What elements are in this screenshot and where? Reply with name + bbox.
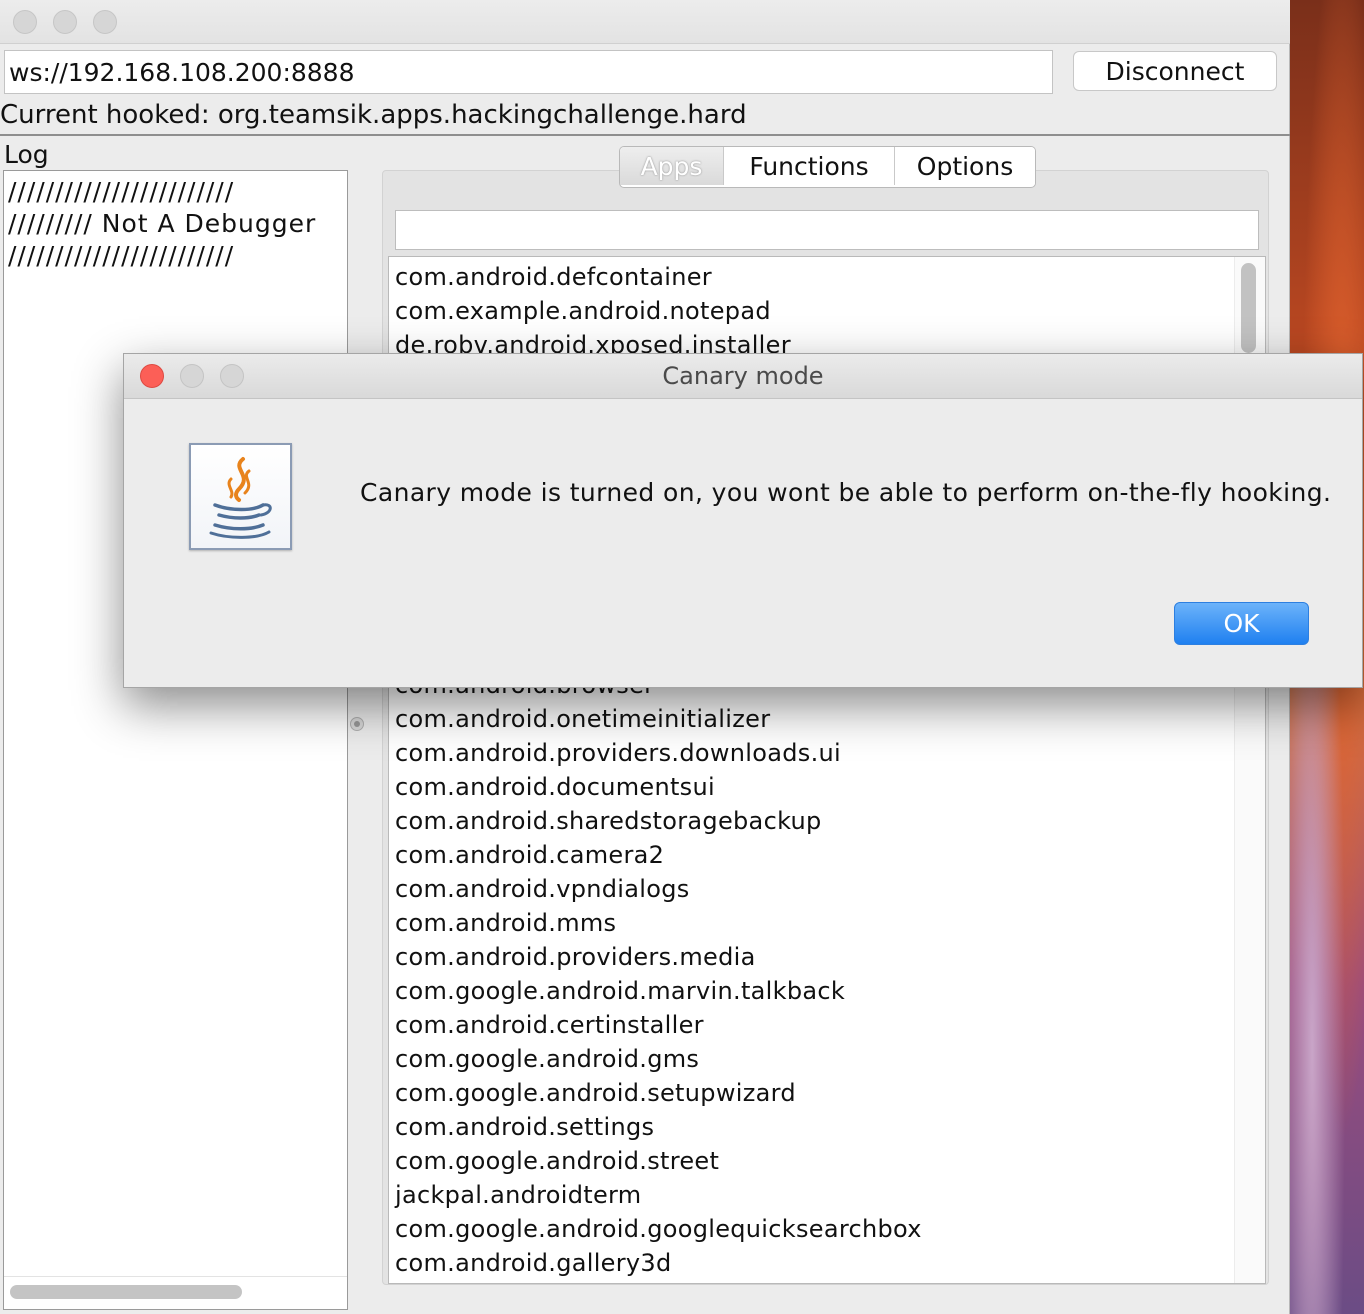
dialog-title: Canary mode bbox=[662, 362, 824, 390]
log-label: Log bbox=[4, 140, 49, 169]
log-hscroll-track bbox=[4, 1276, 347, 1277]
zoom-window-icon[interactable] bbox=[93, 10, 117, 34]
list-item[interactable]: com.google.android.setupwizard bbox=[395, 1079, 796, 1107]
list-item[interactable]: com.example.android.notepad bbox=[395, 297, 771, 325]
tab-functions[interactable]: Functions bbox=[723, 147, 894, 185]
main-titlebar bbox=[0, 0, 1290, 44]
dialog-message: Canary mode is turned on, you wont be ab… bbox=[360, 478, 1332, 507]
app-filter-input[interactable] bbox=[395, 210, 1259, 250]
log-line: //////////////////////// bbox=[8, 241, 235, 270]
list-item[interactable]: com.android.documentsui bbox=[395, 773, 715, 801]
list-item[interactable]: com.google.android.googlequicksearchbox bbox=[395, 1215, 922, 1243]
list-item[interactable]: com.google.android.marvin.talkback bbox=[395, 977, 845, 1005]
minimize-window-icon[interactable] bbox=[53, 10, 77, 34]
list-item[interactable]: com.google.android.street bbox=[395, 1147, 719, 1175]
apps-vscroll-thumb[interactable] bbox=[1241, 263, 1256, 353]
list-item[interactable]: com.android.camera2 bbox=[395, 841, 664, 869]
log-textarea[interactable]: //////////////////////// ///////// Not A… bbox=[3, 170, 348, 1310]
list-item[interactable]: com.android.sharedstoragebackup bbox=[395, 807, 822, 835]
list-item[interactable]: jackpal.androidterm bbox=[395, 1181, 642, 1209]
list-item[interactable]: com.android.certinstaller bbox=[395, 1011, 704, 1039]
close-window-icon[interactable] bbox=[13, 10, 37, 34]
disconnect-button[interactable]: Disconnect bbox=[1073, 51, 1277, 91]
current-hooked-label: Current hooked: org.teamsik.apps.hacking… bbox=[0, 100, 747, 130]
list-item[interactable]: com.android.providers.downloads.ui bbox=[395, 739, 841, 767]
list-item[interactable]: com.android.mms bbox=[395, 909, 616, 937]
divider bbox=[0, 134, 1290, 136]
tab-bar: Apps Functions Options bbox=[619, 146, 1036, 188]
log-line: ///////// Not A Debugger bbox=[8, 209, 317, 238]
ok-button[interactable]: OK bbox=[1174, 602, 1309, 645]
dialog-titlebar: Canary mode bbox=[124, 354, 1362, 399]
list-item[interactable]: com.android.defcontainer bbox=[395, 263, 712, 291]
log-line: //////////////////////// bbox=[8, 177, 235, 206]
java-coffee-icon bbox=[189, 443, 292, 550]
tab-options[interactable]: Options bbox=[894, 147, 1035, 185]
list-item[interactable]: com.google.android.gms bbox=[395, 1045, 699, 1073]
websocket-url-input[interactable] bbox=[4, 50, 1053, 94]
list-item[interactable]: com.android.vpndialogs bbox=[395, 875, 690, 903]
list-item[interactable]: com.android.gallery3d bbox=[395, 1249, 672, 1277]
split-pane-divider-handle[interactable] bbox=[350, 717, 364, 731]
tab-apps[interactable]: Apps bbox=[620, 147, 723, 185]
list-item[interactable]: com.android.providers.media bbox=[395, 943, 756, 971]
list-item[interactable]: com.android.settings bbox=[395, 1113, 654, 1141]
list-item[interactable]: com.android.onetimeinitializer bbox=[395, 705, 770, 733]
log-hscroll-thumb[interactable] bbox=[10, 1285, 242, 1299]
canary-mode-dialog: Canary mode Canary mode is turned on, yo… bbox=[123, 353, 1363, 688]
